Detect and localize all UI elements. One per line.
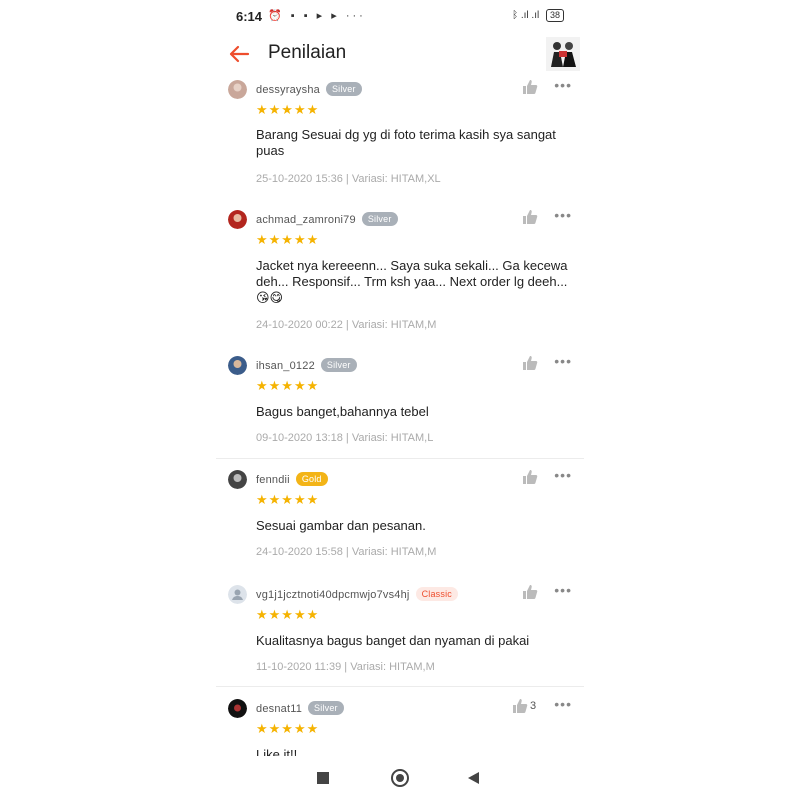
- username-text: dessyraysha: [256, 84, 320, 96]
- username-text: vg1j1jcztnoti40dpcmwjo7vs4hj: [256, 589, 410, 601]
- review-meta: 24-10-2020 15:58 | Variasi: HITAM,M: [256, 546, 437, 558]
- review-text: Like it!!: [256, 747, 298, 756]
- review-username: achmad_zamroni79 Silver: [256, 212, 398, 226]
- thumbs-up-icon[interactable]: [522, 584, 538, 600]
- review-username: desnat11 Silver: [256, 701, 344, 715]
- member-badge: Gold: [295, 472, 328, 486]
- page-title: Penilaian: [268, 42, 347, 63]
- review-meta: 24-10-2020 00:22 | Variasi: HITAM,M: [256, 319, 437, 331]
- review-text: Jacket nya kereeenn... Saya suka sekali.…: [256, 258, 574, 306]
- review-text: Barang Sesuai dg yg di foto terima kasih…: [256, 127, 556, 158]
- review-meta: 09-10-2020 13:18 | Variasi: HITAM,L: [256, 432, 434, 444]
- review-meta: 11-10-2020 11:39 | Variasi: HITAM,M: [256, 661, 435, 673]
- divider: [216, 458, 584, 459]
- username-text: achmad_zamroni79: [256, 214, 356, 226]
- more-options-icon[interactable]: •••: [554, 78, 572, 92]
- more-options-icon[interactable]: •••: [554, 468, 572, 482]
- user-avatar: [228, 210, 247, 229]
- more-options-icon[interactable]: •••: [554, 697, 572, 711]
- username-text: ihsan_0122: [256, 360, 315, 372]
- review-text-body: Jacket nya kereeenn... Saya suka sekali.…: [256, 258, 568, 289]
- back-arrow-icon[interactable]: [226, 41, 252, 67]
- member-badge: Silver: [308, 701, 344, 715]
- like-count: 3: [530, 700, 537, 712]
- review-text: Kualitasnya bagus banget dan nyaman di p…: [256, 633, 530, 648]
- review-text: Sesuai gambar dan pesanan.: [256, 518, 426, 533]
- battery-icon: 38: [545, 9, 564, 22]
- home-icon[interactable]: [391, 769, 409, 787]
- review-list[interactable]: dessyraysha Silver ••• ★★★★★ Barang Sesua…: [216, 76, 584, 756]
- signal-icon: ᛒ .ıl .ıl: [512, 10, 540, 21]
- android-nav-bar: [216, 758, 584, 800]
- signal-icons: ᛒ .ıl .ıl 38: [512, 9, 564, 22]
- status-bar: 6:14 ⏰ ▪ ▪ ▸ ▸ ··· ᛒ .ıl .ıl 38: [216, 0, 584, 32]
- review-username: dessyraysha Silver: [256, 82, 362, 96]
- back-triangle-icon[interactable]: [468, 772, 479, 784]
- thumbs-up-icon[interactable]: [522, 209, 538, 225]
- member-badge: Classic: [415, 587, 458, 601]
- username-text: desnat11: [256, 703, 303, 715]
- user-avatar: [228, 585, 247, 604]
- rating-stars: ★★★★★: [256, 492, 320, 507]
- user-avatar: [228, 699, 247, 718]
- more-options-icon[interactable]: •••: [554, 208, 572, 222]
- review-username: vg1j1jcztnoti40dpcmwjo7vs4hj Classic: [256, 587, 458, 601]
- phone-screen: 6:14 ⏰ ▪ ▪ ▸ ▸ ··· ᛒ .ıl .ıl 38 Penilaia…: [216, 0, 584, 800]
- review-username: fenndii Gold: [256, 472, 328, 486]
- page-header: Penilaian: [216, 33, 584, 75]
- rating-stars: ★★★★★: [256, 721, 320, 736]
- review-text: Bagus banget,bahannya tebel: [256, 404, 429, 419]
- more-options-icon[interactable]: •••: [554, 583, 572, 597]
- more-options-icon[interactable]: •••: [554, 354, 572, 368]
- rating-stars: ★★★★★: [256, 378, 320, 393]
- member-badge: Silver: [325, 82, 362, 96]
- recent-apps-icon[interactable]: [317, 772, 329, 784]
- member-badge: Silver: [361, 212, 398, 226]
- thumbs-up-icon[interactable]: [522, 355, 538, 371]
- review-emoji: 😘😋: [256, 290, 284, 305]
- user-avatar: [228, 80, 247, 99]
- thumbs-up-icon[interactable]: [522, 469, 538, 485]
- rating-stars: ★★★★★: [256, 102, 320, 117]
- status-time: 6:14: [236, 9, 263, 24]
- username-text: fenndii: [256, 474, 290, 486]
- review-username: ihsan_0122 Silver: [256, 358, 357, 372]
- profile-avatar[interactable]: [546, 37, 580, 71]
- user-avatar: [228, 470, 247, 489]
- review-meta: 25-10-2020 15:36 | Variasi: HITAM,XL: [256, 173, 441, 185]
- divider: [216, 686, 584, 687]
- rating-stars: ★★★★★: [256, 232, 320, 247]
- member-badge: Silver: [320, 358, 357, 372]
- thumbs-up-icon[interactable]: [522, 79, 538, 95]
- notification-icons: ⏰ ▪ ▪ ▸ ▸ ···: [268, 10, 366, 22]
- rating-stars: ★★★★★: [256, 607, 320, 622]
- user-avatar: [228, 356, 247, 375]
- thumbs-up-icon[interactable]: [512, 698, 528, 714]
